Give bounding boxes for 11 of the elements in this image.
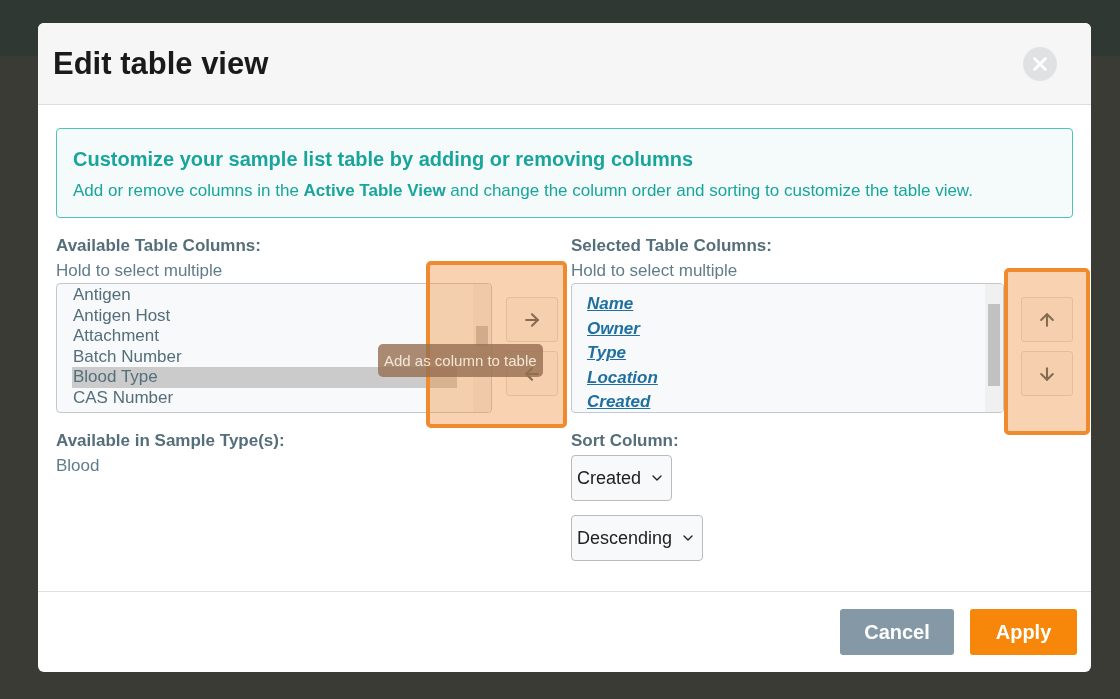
tooltip: Add as column to table <box>378 344 543 377</box>
info-text: Add or remove columns in the Active Table View and change the column order and sorting to customize the table view. <box>73 181 974 201</box>
sort-column-label: Sort Column: <box>571 430 680 452</box>
hint-text: Hold to select multiple <box>56 260 224 282</box>
selected-columns-label: Selected Table Columns: <box>571 235 773 257</box>
sample-type-value: Blood <box>56 455 101 477</box>
info-heading: Customize your sample list table by adding or removing columns <box>73 148 695 171</box>
hint-text: Hold to select multiple <box>571 260 739 282</box>
available-columns-label: Available Table Columns: <box>56 235 262 257</box>
dialog-title: Edit table view <box>53 45 269 82</box>
sample-types-label: Available in Sample Type(s): <box>56 430 286 452</box>
